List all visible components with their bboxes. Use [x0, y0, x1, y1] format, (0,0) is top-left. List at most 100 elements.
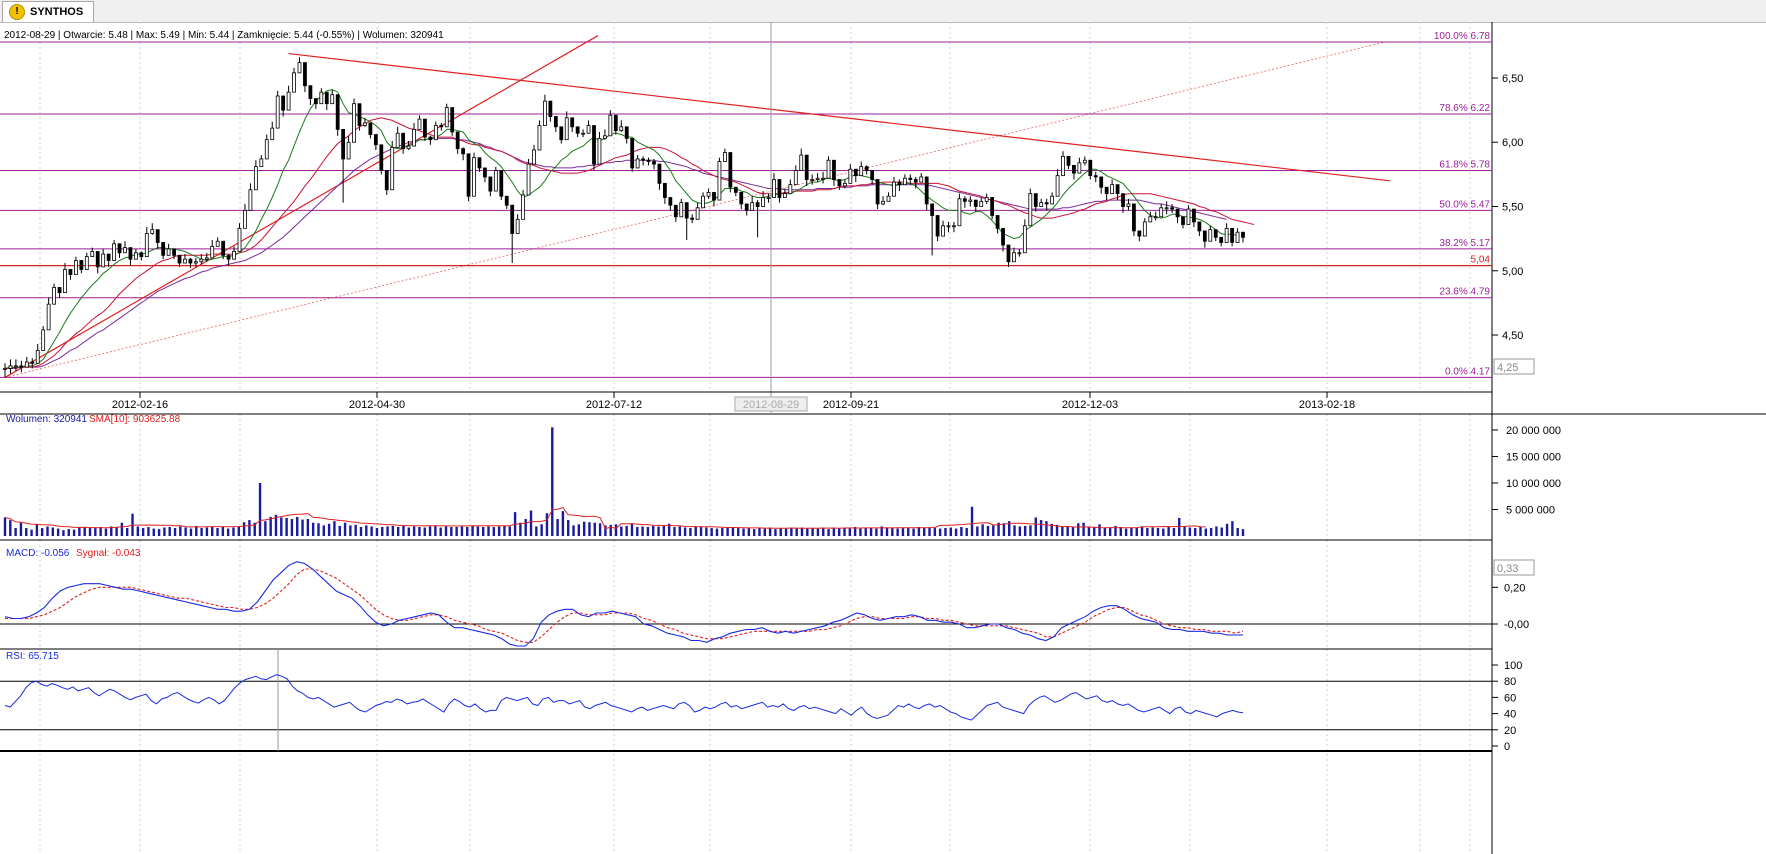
candle [548, 100, 553, 122]
volume-bar [790, 528, 793, 536]
candle [1164, 201, 1169, 215]
volume-bar [1236, 528, 1239, 536]
date-tick-label: 2012-12-03 [1062, 399, 1118, 411]
candle [744, 203, 749, 216]
candle-body [870, 170, 875, 180]
volume-bar [752, 529, 756, 536]
candle-body [3, 368, 7, 370]
candle-body [1050, 195, 1055, 205]
stock-chart[interactable]: 2012-08-29 | Otwarcie: 5.48 | Max: 5.49 … [0, 22, 1766, 854]
volume-bar [487, 526, 490, 536]
candle-body [788, 184, 793, 195]
volume-bar [572, 525, 575, 536]
volume-bar [529, 510, 533, 536]
candle [248, 183, 253, 211]
candle [488, 176, 493, 197]
volume-bar [1071, 526, 1075, 536]
candle-body [984, 197, 989, 202]
candle-body [543, 100, 547, 126]
candle-body [755, 202, 760, 207]
candle-body [663, 182, 667, 198]
candle-body [166, 248, 171, 256]
candle-body [597, 137, 602, 165]
candle-body [815, 177, 820, 180]
candle [346, 135, 351, 160]
candle [232, 246, 236, 260]
volume-bar [242, 522, 246, 536]
candle [875, 179, 880, 210]
volume-bar [620, 526, 623, 536]
candle-body [172, 248, 176, 256]
volume-bar [136, 526, 140, 536]
candle [1148, 211, 1153, 223]
volume-bar [157, 529, 161, 536]
candle [1202, 230, 1207, 248]
volume-bar [396, 526, 400, 536]
candle-body [1224, 227, 1229, 243]
candle [766, 193, 771, 203]
candle [630, 137, 635, 172]
volume-bar [545, 513, 549, 536]
candle-body [275, 95, 280, 129]
candle [472, 152, 476, 197]
candle-body [319, 91, 324, 105]
volume-bar [200, 528, 203, 536]
candle-body [1077, 162, 1082, 174]
volume-bar [800, 527, 804, 536]
volume-bar [237, 526, 240, 536]
volume-bar [1119, 526, 1122, 536]
candle-body [150, 229, 155, 234]
candle-body [1061, 155, 1065, 177]
candle [799, 148, 804, 171]
volume-bar [986, 525, 990, 536]
candle [559, 126, 564, 144]
volume-bar [1146, 528, 1149, 536]
candle [679, 198, 684, 218]
volume-bar [1087, 527, 1091, 536]
volume-bar [636, 526, 639, 536]
volume-bar [152, 528, 155, 536]
volume-tick-label: 5 000 000 [1506, 504, 1555, 516]
tab-synthos[interactable]: ! SYNTHOS [2, 1, 95, 22]
candle-body [761, 197, 765, 207]
candle-body [1219, 236, 1224, 243]
volume-bar [949, 527, 952, 536]
candle [1137, 230, 1142, 242]
candle-body [324, 91, 329, 105]
volume-bar [715, 528, 719, 536]
candle-body [793, 170, 798, 186]
candle [581, 129, 585, 138]
candle-body [526, 163, 531, 196]
candle [881, 196, 885, 206]
candle [264, 134, 269, 160]
candle [619, 120, 624, 132]
volume-bar [450, 526, 453, 536]
rsi-tick-label: 0 [1504, 741, 1510, 753]
candle [428, 135, 433, 145]
candle [739, 191, 744, 210]
candle [35, 344, 40, 364]
volume-bar [784, 528, 788, 536]
volume-bar [917, 526, 921, 536]
volume-bar [567, 520, 570, 536]
candle-body [821, 177, 825, 180]
candle-body [101, 253, 106, 268]
volume-label: Wolumen: 320941 [6, 414, 87, 425]
volume-bar [1220, 527, 1223, 536]
candle [537, 120, 542, 151]
candle-body [826, 159, 831, 179]
candle-body [832, 159, 836, 180]
volume-bar [652, 525, 655, 536]
volume-bar [556, 519, 559, 536]
candle-body [586, 125, 591, 134]
volume-bar [657, 526, 660, 536]
candle-body [1088, 159, 1093, 177]
volume-bar [551, 427, 554, 536]
candle [641, 156, 645, 166]
candle [499, 170, 504, 201]
candle-body [1186, 208, 1191, 225]
volume-bar [285, 517, 288, 536]
volume-bar [609, 524, 612, 536]
volume-bar [83, 526, 86, 536]
volume-bar [381, 526, 384, 536]
